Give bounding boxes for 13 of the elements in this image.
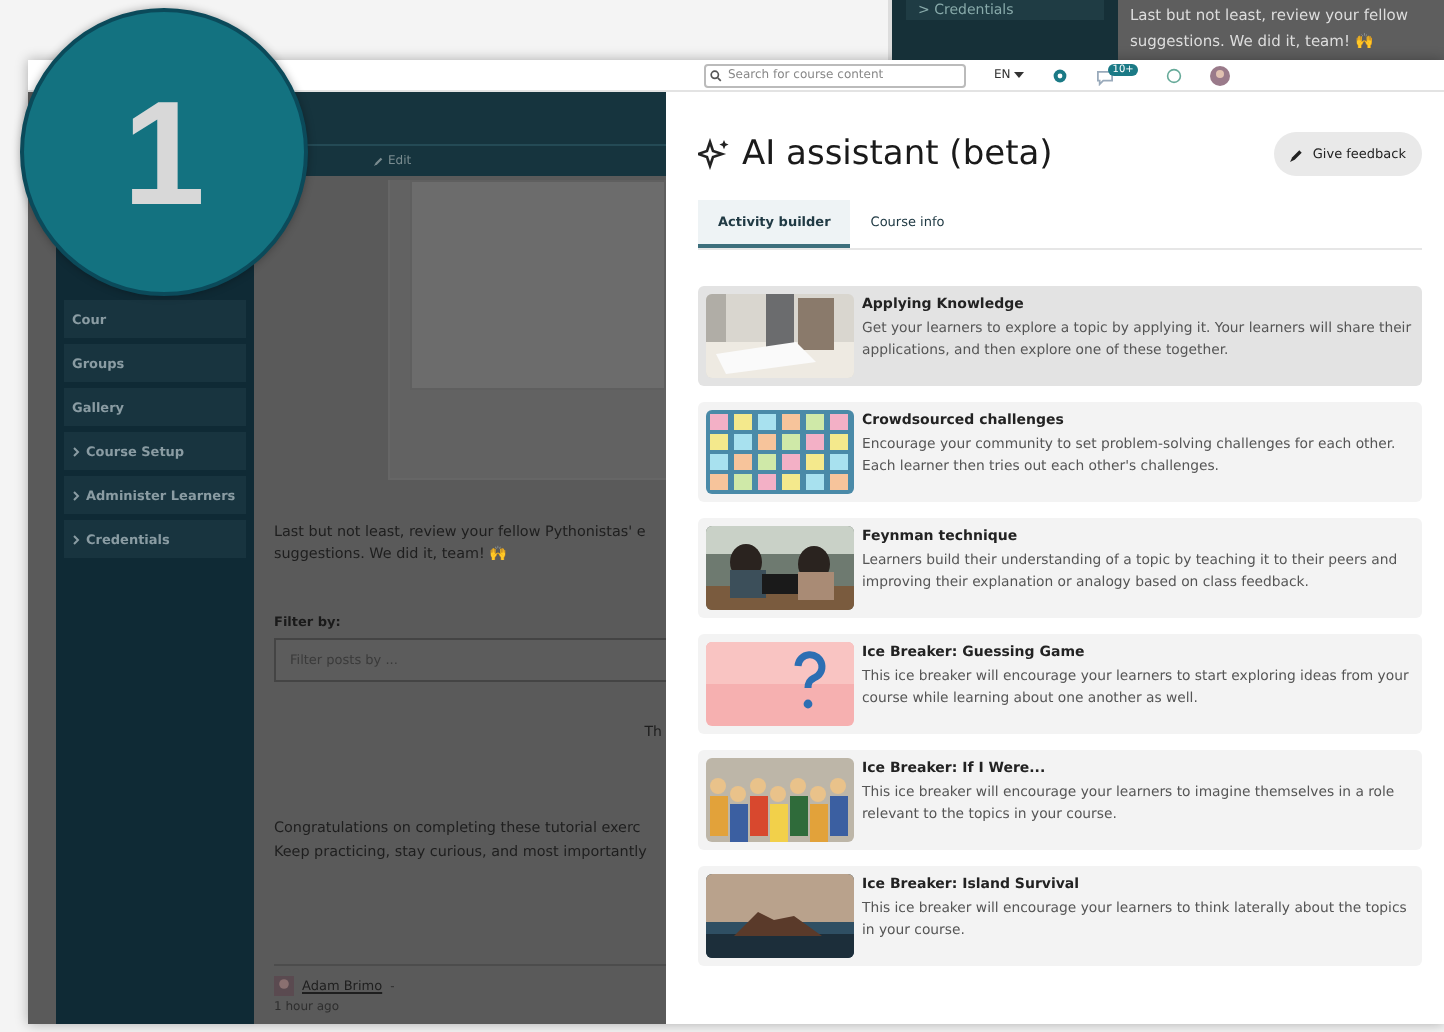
settings-icon[interactable] [1052,67,1069,83]
help-icon[interactable] [1165,67,1182,83]
panel-title: AI assistant (beta) [742,134,1053,174]
caret-icon [1014,72,1025,78]
sparkle-icon [698,138,730,170]
chevron-icon [72,445,80,457]
pencil-icon [1290,147,1305,161]
avatar[interactable] [1209,65,1230,85]
chevron-icon [72,489,80,501]
avatar [274,976,294,996]
chevron-icon [72,533,80,545]
search-icon [710,69,722,81]
pencil-icon [374,156,384,166]
